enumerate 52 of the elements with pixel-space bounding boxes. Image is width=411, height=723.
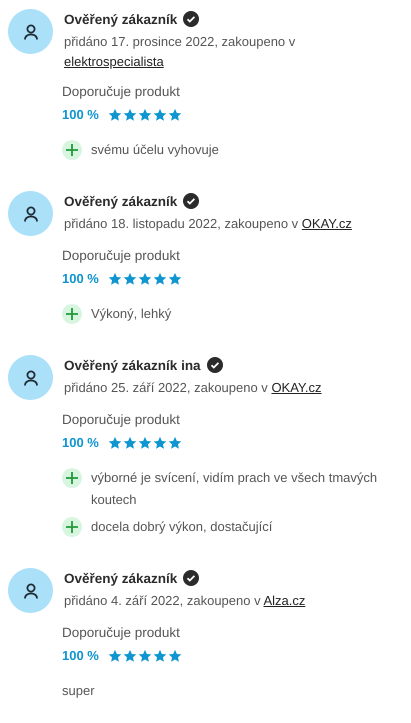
star-icon <box>122 272 137 286</box>
avatar-icon <box>8 355 53 400</box>
star-icon <box>108 272 122 286</box>
plus-icon <box>62 468 82 488</box>
recommend-percent: 100 % <box>62 435 99 450</box>
star-icon <box>152 108 167 122</box>
author-name: Ověřený zákazník <box>64 12 178 26</box>
plus-icon <box>62 517 82 537</box>
author-name: Ověřený zákazník ina <box>64 358 201 372</box>
author-name: Ověřený zákazník <box>64 194 178 208</box>
store-link[interactable]: Alza.cz <box>263 593 306 608</box>
store-link[interactable]: OKAY.cz <box>271 380 322 395</box>
recommend-label: Doporučuje produkt <box>62 248 181 263</box>
star-icon <box>108 436 122 450</box>
star-icon <box>138 436 152 450</box>
star-icon <box>152 648 167 662</box>
star-icon <box>108 648 122 662</box>
pro-text: Výkoný, lehký <box>91 305 172 323</box>
star-icon <box>168 436 182 450</box>
plus-icon <box>62 140 82 160</box>
star-icon <box>122 648 137 662</box>
star-icon <box>138 108 152 122</box>
avatar-icon <box>8 568 53 613</box>
avatar-icon <box>8 9 53 54</box>
star-icon <box>122 108 137 122</box>
pro-text: docela dobrý výkon, dostačující <box>91 518 272 536</box>
star-icon <box>138 648 152 662</box>
recommend-label: Doporučuje produkt <box>62 84 181 99</box>
recommend-percent: 100 % <box>62 271 99 286</box>
recommend-label: Doporučuje produkt <box>62 625 181 640</box>
purchase-info: přidáno 4. září 2022, zakoupeno v Alza.cz <box>64 592 306 610</box>
author-name: Ověřený zákazník <box>64 570 178 586</box>
avatar-icon <box>8 191 53 236</box>
star-icon <box>152 436 167 450</box>
star-icon <box>168 648 182 662</box>
recommend-label: Doporučuje produkt <box>62 412 181 427</box>
store-link[interactable]: elektrospecialista <box>64 54 164 69</box>
store-link[interactable]: OKAY.cz <box>302 216 352 231</box>
purchase-info: přidáno 17. prosince 2022, zakoupeno v elektrospecialista <box>64 33 296 71</box>
plus-icon <box>62 304 82 324</box>
star-icon <box>152 272 167 286</box>
star-icon <box>168 108 182 122</box>
purchase-info: přidáno 18. listopadu 2022, zakoupeno v OKAY.cz <box>64 215 352 233</box>
star-icon <box>138 272 152 286</box>
star-icon <box>168 272 182 286</box>
star-icon <box>122 436 137 450</box>
star-icon <box>108 108 122 122</box>
recommend-percent: 100 % <box>62 107 99 122</box>
recommend-percent: 100 % <box>62 648 99 663</box>
pro-text: svému účelu vyhovuje <box>91 141 219 159</box>
purchase-info: přidáno 25. září 2022, zakoupeno v OKAY.cz <box>64 379 322 397</box>
review-comment: super <box>62 683 96 698</box>
